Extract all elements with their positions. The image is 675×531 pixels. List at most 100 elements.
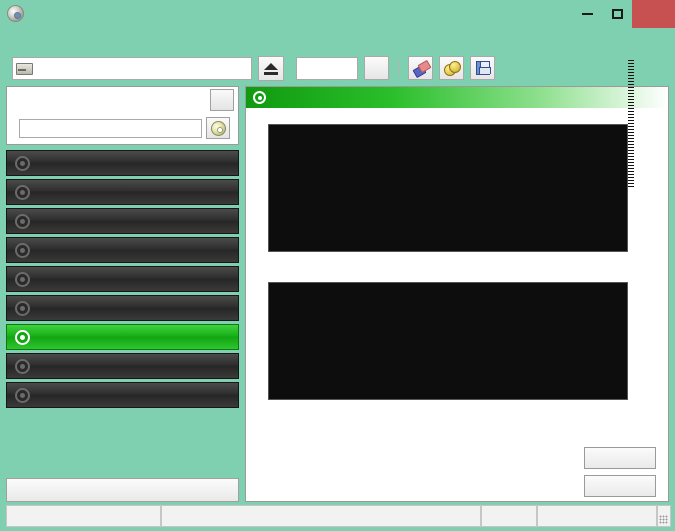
eject-icon: [264, 62, 278, 70]
sidebar-item-extra-tests[interactable]: [6, 382, 239, 408]
disc-icon: [15, 184, 30, 200]
disc-icon: [15, 300, 30, 316]
legend-item-e21: [306, 113, 317, 121]
sidebar-item-fe-te[interactable]: [6, 353, 239, 379]
row-label-avg: [258, 439, 272, 458]
legend-item-e31: [324, 113, 335, 121]
table-row: [258, 478, 384, 497]
disc-info-rows: [7, 113, 238, 144]
cell-total-e12: [328, 478, 342, 497]
table-row: [258, 439, 384, 458]
disc-icon: [15, 387, 30, 403]
coins-icon: [443, 61, 461, 76]
sidebar-item-verify-test-disc[interactable]: [6, 208, 239, 234]
elapsed-time: [537, 505, 657, 527]
disc-icon: [15, 155, 30, 171]
cell-avg-e22: [342, 439, 356, 458]
maximize-button[interactable]: [602, 0, 632, 28]
main-area: [0, 60, 675, 502]
row-label-total: [258, 478, 272, 497]
toolbar-divider: [398, 58, 399, 78]
sidebar-item-disc-quality[interactable]: [6, 295, 239, 321]
panel-header: [246, 87, 668, 108]
cell-total-bler: [272, 478, 286, 497]
disc-refresh-button[interactable]: [210, 89, 234, 111]
action-buttons: [584, 439, 662, 497]
bler-chart-plot: [268, 124, 628, 252]
statistics-table: [258, 439, 384, 497]
legend-item-jitter: [324, 271, 335, 279]
drive-select[interactable]: [12, 56, 252, 80]
bler-chart-speed-axis: [628, 60, 668, 252]
save-icon: [475, 61, 491, 75]
cell-max-e12: [328, 458, 342, 477]
cell-avg-bler: [272, 439, 286, 458]
legend-swatch: [270, 113, 278, 121]
menu-item-start-test[interactable]: [26, 37, 42, 41]
cell-total-e31: [314, 478, 328, 497]
disc-icon: [15, 329, 30, 345]
eject-button[interactable]: [258, 55, 284, 81]
sidebar-item-transfer-rate[interactable]: [6, 150, 239, 176]
disc-icon: [15, 213, 30, 229]
start-part-button[interactable]: [584, 475, 656, 497]
status-window-button[interactable]: [6, 478, 239, 502]
charts-container: [246, 60, 668, 437]
cell-avg-e12: [328, 439, 342, 458]
bler-chart: [246, 60, 668, 268]
sidebar-item-disc-info[interactable]: [6, 266, 239, 292]
drive-icon: [16, 61, 33, 75]
row-label-max: [258, 458, 272, 477]
menu-bar: [0, 28, 675, 50]
cell-avg-jitter: [370, 439, 384, 458]
cell-max-e21: [300, 458, 314, 477]
disc-panel-header: [7, 87, 238, 113]
e12-chart-legend: [246, 268, 668, 282]
disc-panel: [6, 86, 239, 145]
cell-total-jitter: [370, 478, 384, 497]
legend-swatch: [306, 271, 314, 279]
refresh-button[interactable]: [364, 56, 389, 80]
disc-label-button[interactable]: [206, 117, 230, 139]
disc-icon: [253, 91, 266, 104]
sidebar-item-cd-bler[interactable]: [6, 324, 239, 350]
menu-item-help[interactable]: [62, 37, 78, 41]
sidebar-item-create-test-disc[interactable]: [6, 179, 239, 205]
menu-item-extra[interactable]: [44, 37, 60, 41]
bler-chart-x-axis: [268, 252, 668, 268]
legend-swatch: [306, 113, 314, 121]
disc-label-input[interactable]: [19, 118, 202, 138]
cell-total-e11: [286, 478, 300, 497]
menu-item-file[interactable]: [8, 37, 24, 41]
status-message: [6, 505, 161, 527]
window-controls: [572, 0, 675, 28]
close-button[interactable]: [632, 0, 675, 28]
legend-item-e32: [306, 271, 317, 279]
erase-disc-button[interactable]: [408, 56, 433, 80]
bitsetting-button[interactable]: [439, 56, 464, 80]
resize-grip[interactable]: [657, 505, 671, 527]
start-full-button[interactable]: [584, 447, 656, 469]
cell-total-e32: [356, 478, 370, 497]
legend-swatch: [288, 271, 296, 279]
app-window: [0, 0, 675, 531]
title-bar: [0, 0, 675, 28]
sidebar-item-drive-info[interactable]: [6, 237, 239, 263]
cd-icon: [210, 120, 226, 136]
content-panel: [245, 60, 669, 502]
toolbar: [0, 50, 675, 86]
table-row: [258, 458, 384, 477]
legend-item-e22: [288, 271, 299, 279]
speed-select[interactable]: [296, 56, 358, 80]
minimize-button[interactable]: [572, 0, 602, 28]
cell-max-e11: [286, 458, 300, 477]
eraser-icon: [413, 61, 429, 75]
cell-avg-e11: [286, 439, 300, 458]
save-button[interactable]: [470, 56, 495, 80]
cell-avg-e31: [314, 439, 328, 458]
cell-max-e32: [356, 458, 370, 477]
sidebar: [6, 86, 239, 502]
cell-avg-e21: [300, 439, 314, 458]
statistics-area: [246, 437, 668, 501]
disc-icon: [15, 358, 30, 374]
